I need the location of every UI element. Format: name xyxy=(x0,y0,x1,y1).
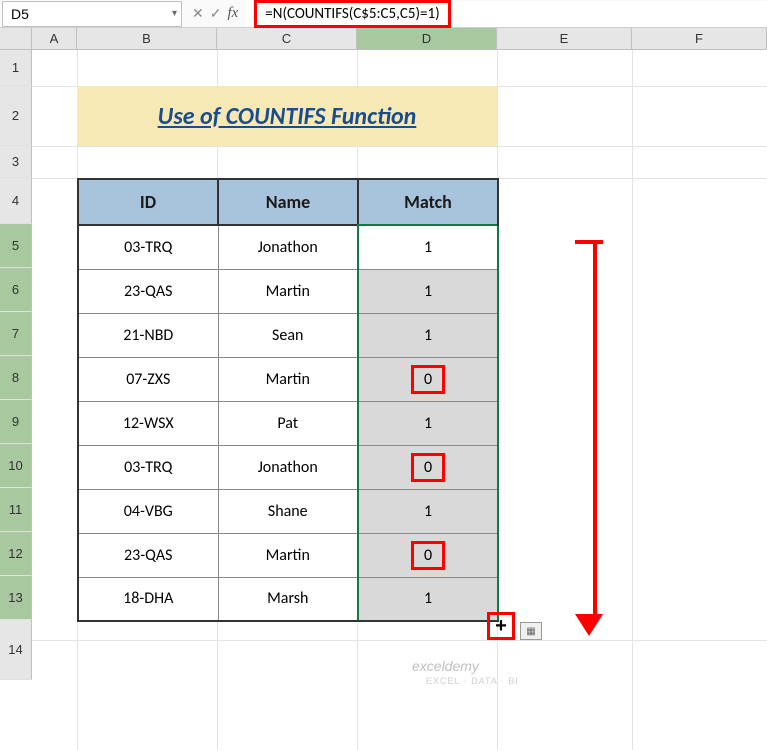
cell-id[interactable]: 03-TRQ xyxy=(78,445,218,489)
cell-match[interactable]: 0 xyxy=(358,445,498,489)
watermark-subtitle: EXCEL · DATA · BI xyxy=(426,676,519,686)
cells-area[interactable]: Use of COUNTIFS Function ID Name Match 0… xyxy=(32,50,767,680)
cell-match[interactable]: 0 xyxy=(358,533,498,577)
col-header-C[interactable]: C xyxy=(217,28,357,49)
check-icon[interactable]: ✓ xyxy=(210,5,222,22)
cell-id[interactable]: 18-DHA xyxy=(78,577,218,621)
formula-controls: ✕ ✓ fx xyxy=(184,5,246,22)
cell-match[interactable]: 1 xyxy=(358,489,498,533)
row-header-14[interactable]: 14 xyxy=(0,620,32,680)
row-header-8[interactable]: 8 xyxy=(0,356,32,400)
selection-border xyxy=(357,224,497,226)
cell-name[interactable]: Sean xyxy=(218,313,358,357)
title-text: Use of COUNTIFS Function xyxy=(158,102,417,131)
sheet-title: Use of COUNTIFS Function xyxy=(77,86,497,146)
gridline xyxy=(32,640,767,641)
spreadsheet-grid: 1 2 3 4 5 6 7 8 9 10 11 12 13 14 Use of … xyxy=(0,50,767,680)
cell-id[interactable]: 21-NBD xyxy=(78,313,218,357)
row-header-5[interactable]: 5 xyxy=(0,224,32,268)
col-header-B[interactable]: B xyxy=(77,28,217,49)
data-table: ID Name Match 03-TRQJonathon123-QASMarti… xyxy=(77,178,499,622)
annotation-arrow xyxy=(587,240,603,636)
cell-id[interactable]: 03-TRQ xyxy=(78,225,218,269)
cell-match[interactable]: 1 xyxy=(358,313,498,357)
chevron-down-icon[interactable]: ▾ xyxy=(172,8,177,19)
table-row: 23-QASMartin 0 xyxy=(78,533,498,577)
cell-match[interactable]: 1 xyxy=(358,269,498,313)
header-match: Match xyxy=(358,179,498,225)
cell-id[interactable]: 12-WSX xyxy=(78,401,218,445)
table-row: 12-WSXPat1 xyxy=(78,401,498,445)
formula-bar[interactable]: =N(COUNTIFS(C$5:C5,C5)=1) xyxy=(246,1,767,27)
col-header-F[interactable]: F xyxy=(632,28,767,49)
select-all-cell[interactable] xyxy=(0,28,32,49)
cell-id[interactable]: 23-QAS xyxy=(78,533,218,577)
row-header-3[interactable]: 3 xyxy=(0,146,32,178)
table-header-row: ID Name Match xyxy=(78,179,498,225)
table-row: 04-VBGShane1 xyxy=(78,489,498,533)
table-row: 23-QASMartin1 xyxy=(78,269,498,313)
row-header-2[interactable]: 2 xyxy=(0,86,32,146)
cell-name[interactable]: Jonathon xyxy=(218,225,358,269)
row-header-4[interactable]: 4 xyxy=(0,178,32,224)
column-headers: A B C D E F xyxy=(0,28,767,50)
cell-match[interactable]: 0 xyxy=(358,357,498,401)
highlighted-value: 0 xyxy=(411,453,445,482)
cell-name[interactable]: Shane xyxy=(218,489,358,533)
cell-name[interactable]: Martin xyxy=(218,269,358,313)
col-header-A[interactable]: A xyxy=(32,28,77,49)
name-box[interactable]: D5 ▾ xyxy=(2,1,182,27)
autofill-options-icon[interactable]: ▦ xyxy=(520,622,542,640)
cell-id[interactable]: 23-QAS xyxy=(78,269,218,313)
arrow-bar xyxy=(575,240,603,244)
fx-label[interactable]: fx xyxy=(227,5,238,22)
watermark-text: exceldemy xyxy=(412,658,479,674)
cell-name[interactable]: Martin xyxy=(218,533,358,577)
row-header-7[interactable]: 7 xyxy=(0,312,32,356)
row-header-12[interactable]: 12 xyxy=(0,532,32,576)
header-id: ID xyxy=(78,179,218,225)
cell-match[interactable]: 1 xyxy=(358,401,498,445)
cell-name[interactable]: Jonathon xyxy=(218,445,358,489)
cell-name[interactable]: Martin xyxy=(218,357,358,401)
formula-bar-row: D5 ▾ ✕ ✓ fx =N(COUNTIFS(C$5:C5,C5)=1) xyxy=(0,0,767,28)
cell-name[interactable]: Pat xyxy=(218,401,358,445)
table-row: 07-ZXSMartin 0 xyxy=(78,357,498,401)
formula-text: =N(COUNTIFS(C$5:C5,C5)=1) xyxy=(254,0,450,28)
row-header-11[interactable]: 11 xyxy=(0,488,32,532)
row-headers: 1 2 3 4 5 6 7 8 9 10 11 12 13 14 xyxy=(0,50,32,680)
table-row: 03-TRQJonathon 0 xyxy=(78,445,498,489)
gridline xyxy=(32,146,767,147)
cell-name[interactable]: Marsh xyxy=(218,577,358,621)
row-header-6[interactable]: 6 xyxy=(0,268,32,312)
col-header-D[interactable]: D xyxy=(357,28,497,49)
plus-cursor-icon: + xyxy=(495,616,507,636)
arrow-line xyxy=(593,244,597,614)
arrow-head-icon xyxy=(575,614,603,636)
highlighted-value: 0 xyxy=(411,541,445,570)
name-box-value: D5 xyxy=(11,6,29,22)
row-header-10[interactable]: 10 xyxy=(0,444,32,488)
cell-match[interactable]: 1 xyxy=(358,225,498,269)
cancel-icon[interactable]: ✕ xyxy=(192,5,204,22)
highlighted-value: 0 xyxy=(411,365,445,394)
row-header-13[interactable]: 13 xyxy=(0,576,32,620)
cell-id[interactable]: 04-VBG xyxy=(78,489,218,533)
gridline xyxy=(632,50,633,750)
row-header-1[interactable]: 1 xyxy=(0,50,32,86)
cell-id[interactable]: 07-ZXS xyxy=(78,357,218,401)
col-header-E[interactable]: E xyxy=(497,28,632,49)
table-row: 21-NBDSean1 xyxy=(78,313,498,357)
table-row: 18-DHAMarsh1 xyxy=(78,577,498,621)
row-header-9[interactable]: 9 xyxy=(0,400,32,444)
fill-handle[interactable]: + xyxy=(487,612,515,640)
header-name: Name xyxy=(218,179,358,225)
cell-match[interactable]: 1 xyxy=(358,577,498,621)
table-row: 03-TRQJonathon1 xyxy=(78,225,498,269)
